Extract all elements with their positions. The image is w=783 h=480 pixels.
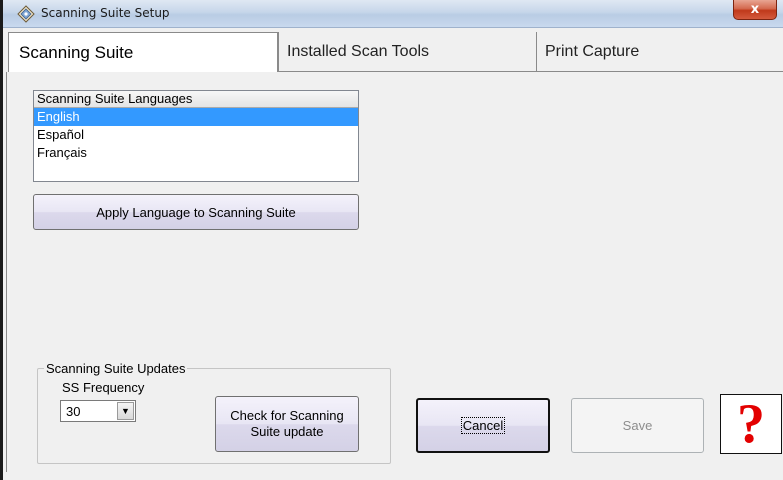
check-update-label: Check for Scanning Suite update [230, 408, 344, 439]
tab-label: Print Capture [545, 43, 640, 60]
frequency-dropdown[interactable]: 30 ▼ [60, 400, 136, 422]
apply-language-button[interactable]: Apply Language to Scanning Suite [33, 194, 359, 230]
close-icon: x [750, 2, 760, 17]
close-button[interactable]: x [733, 0, 777, 20]
updates-group-legend: Scanning Suite Updates [44, 361, 188, 376]
tab-bar: Scanning Suite Installed Scan Tools Prin… [6, 32, 783, 73]
language-list[interactable]: Scanning Suite Languages English Español… [33, 90, 359, 182]
cancel-button[interactable]: Cancel [416, 398, 550, 453]
save-label: Save [622, 418, 653, 433]
window-title: Scanning Suite Setup [41, 6, 170, 20]
language-item-francais[interactable]: Français [34, 144, 358, 162]
save-button[interactable]: Save [571, 398, 704, 453]
cancel-label: Cancel [460, 417, 506, 434]
tab-installed-scan-tools[interactable]: Installed Scan Tools [278, 32, 536, 72]
dropdown-arrow-icon[interactable]: ▼ [117, 402, 134, 420]
language-item-espanol[interactable]: Español [34, 126, 358, 144]
check-update-button[interactable]: Check for Scanning Suite update [215, 396, 359, 452]
frequency-value: 30 [66, 404, 81, 419]
tab-print-capture[interactable]: Print Capture [536, 32, 783, 72]
title-bar: Scanning Suite Setup x [3, 0, 783, 28]
frequency-label: SS Frequency [62, 380, 145, 395]
question-mark-icon: ? [737, 393, 765, 455]
app-icon [17, 5, 35, 23]
tab-scanning-suite[interactable]: Scanning Suite [8, 32, 278, 73]
help-button[interactable]: ? [720, 394, 782, 454]
tab-label: Installed Scan Tools [287, 43, 430, 60]
apply-language-label: Apply Language to Scanning Suite [96, 204, 296, 220]
language-item-english[interactable]: English [34, 108, 358, 126]
tab-label: Scanning Suite [19, 43, 134, 62]
language-list-header: Scanning Suite Languages [34, 91, 358, 108]
setup-window: Scanning Suite Setup x Scanning Suite In… [0, 0, 783, 480]
